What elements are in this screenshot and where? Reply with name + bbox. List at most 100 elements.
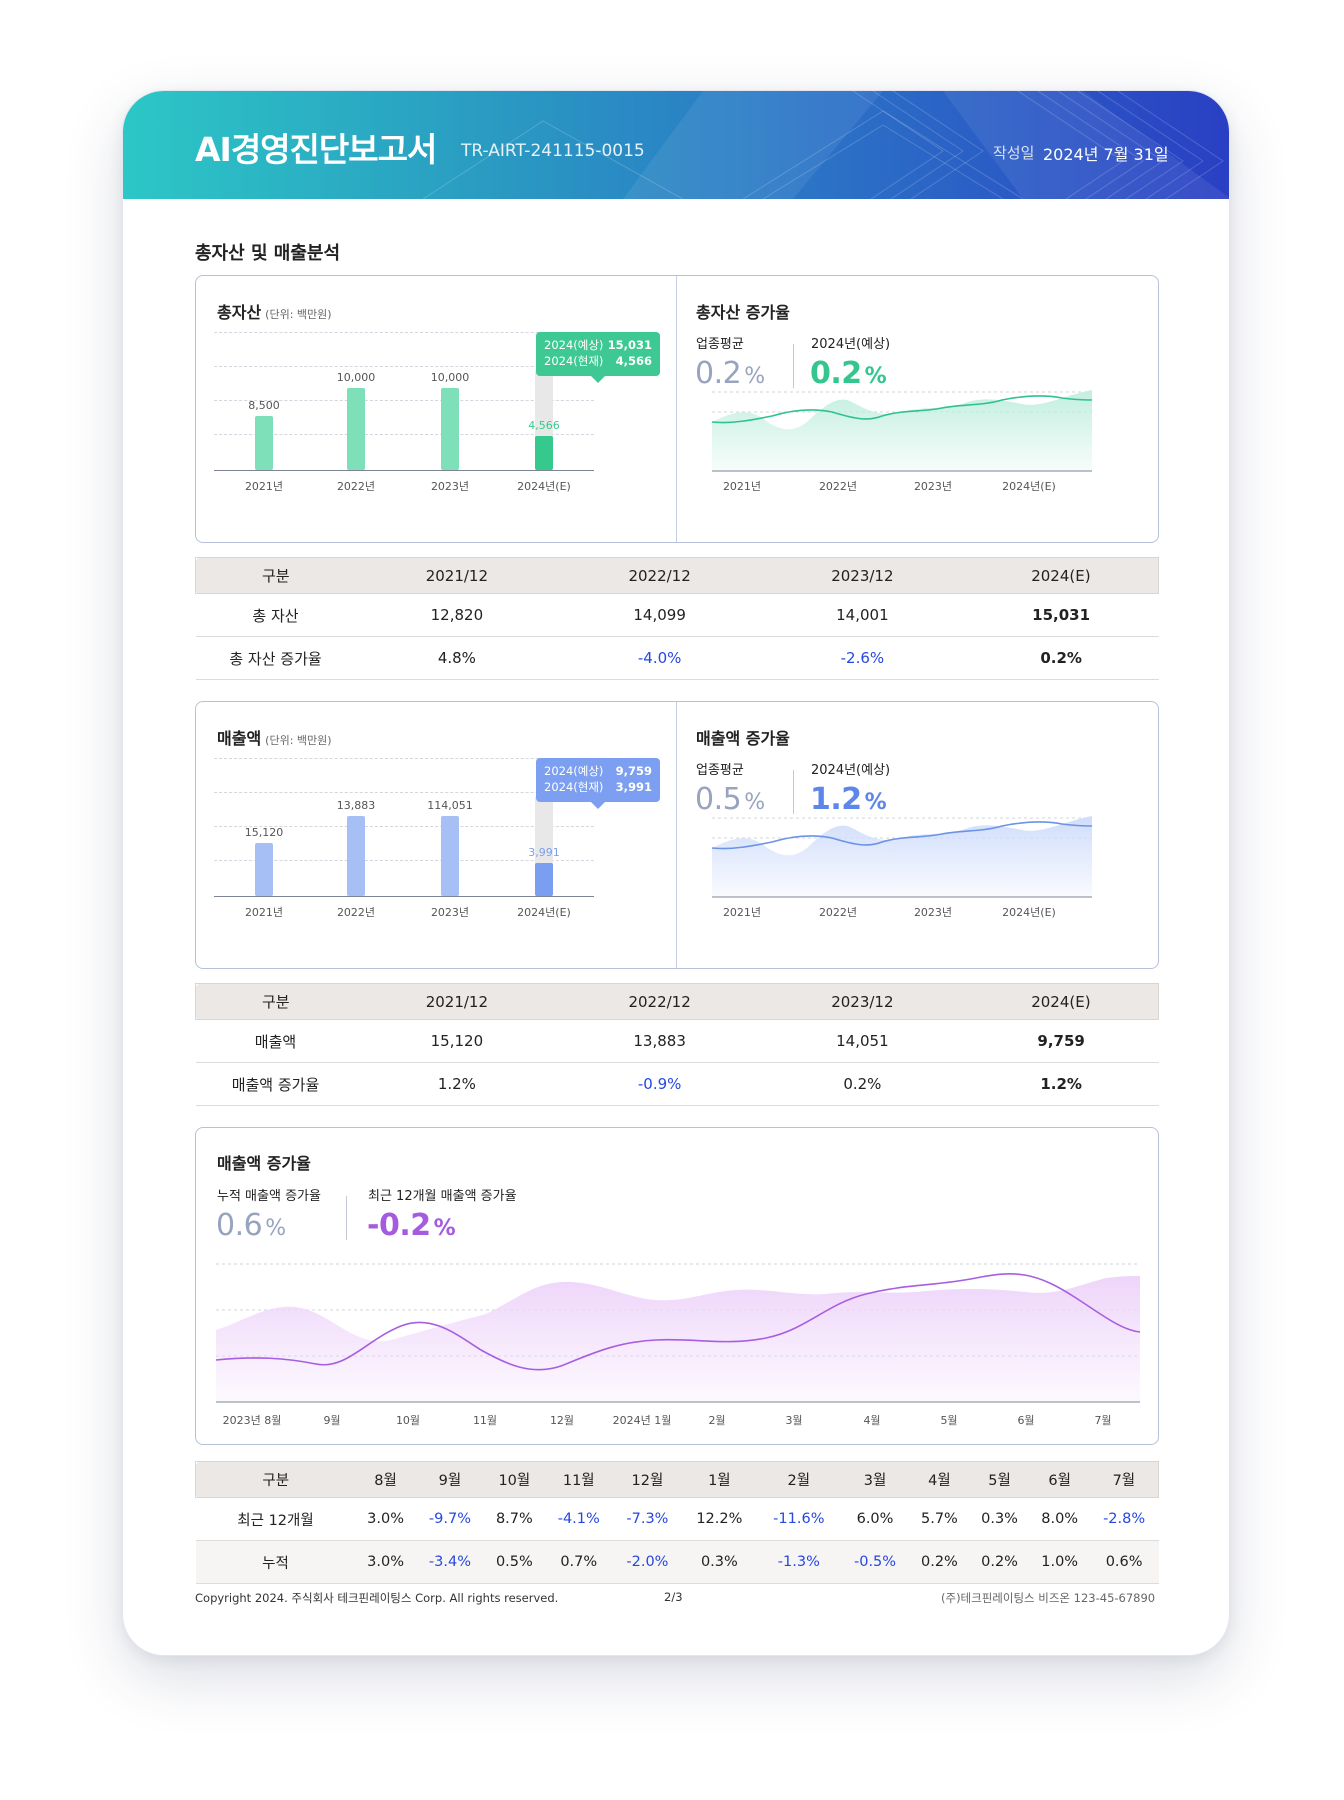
table-cell: 0.3% (681, 1540, 757, 1584)
cumulative-value: 0.6% (216, 1208, 286, 1243)
table-cell: 0.2% (909, 1540, 970, 1584)
table-row: 매출액 15,120 13,883 14,051 9,759 (195, 1019, 1159, 1063)
asset-tooltip: 2024(예상) 15,031 2024(현재) 4,566 (536, 332, 660, 383)
table-cell: -11.6% (756, 1497, 841, 1541)
x-tick-label: 2024년(E) (1002, 906, 1056, 919)
bar-value-label: 13,883 (336, 799, 376, 812)
report-card: AI경영진단보고서 TR-AIRT-241115-0015 작성일 2024년 … (122, 90, 1230, 1656)
page-number: 2/3 (664, 1590, 683, 1604)
recent-label: 최근 12개월 매출액 증가율 (368, 1189, 517, 1204)
sales-chart-title: 매출액 (단위: 백만원) (217, 725, 332, 749)
table-cell: 13,883 (558, 1019, 761, 1063)
table-cell: 누적 (195, 1540, 356, 1584)
table-cell: 12.2% (681, 1497, 757, 1541)
kpi-divider (346, 1196, 347, 1240)
table-cell: 15,031 (963, 593, 1159, 637)
tooltip-current-value: 3,991 (615, 780, 652, 794)
table-header: 2022/12 (558, 557, 761, 594)
table-header: 2023/12 (761, 983, 964, 1020)
bar-value-label: 15,120 (244, 826, 284, 839)
table-cell: 0.2% (761, 1062, 964, 1106)
table-cell: 5.7% (909, 1497, 970, 1541)
chart-bar (255, 843, 273, 896)
x-tick-label: 5월 (940, 1414, 958, 1427)
table-cell: 1.2% (355, 1062, 559, 1106)
x-tick-label: 2022년 (336, 480, 376, 493)
tooltip-current-label: 2024(현재) (544, 354, 604, 368)
table-cell: 0.6% (1089, 1540, 1159, 1584)
table-header: 12월 (613, 1461, 682, 1498)
table-cell: -4.1% (544, 1497, 614, 1541)
bar-value-label: 114,051 (427, 799, 473, 812)
table-header: 2022/12 (558, 983, 761, 1020)
table-cell: 8.0% (1029, 1497, 1090, 1541)
x-tick-label: 2023년 (913, 906, 953, 919)
table-header: 3월 (840, 1461, 910, 1498)
bar-value-label: 3,991 (528, 846, 560, 859)
tooltip-forecast-label: 2024(예상) (544, 338, 604, 352)
table-header: 8월 (355, 1461, 416, 1498)
monthly-table: 구분 8월 9월 10월 11월 12월 1월 2월 3월 4월 5월 6월 7월 최근 12개월 3.0… (195, 1461, 1159, 1584)
table-cell: 9,759 (963, 1019, 1159, 1063)
table-cell: 매출액 증가율 (195, 1062, 356, 1106)
table-header: 구분 (195, 557, 356, 594)
area-fill (216, 1276, 1140, 1402)
monthly-area-svg (215, 1263, 1141, 1403)
x-tick-label: 2021년 (722, 906, 762, 919)
monthly-title: 매출액 증가율 (217, 1154, 311, 1173)
table-cell: 0.3% (969, 1497, 1030, 1541)
table-cell: 14,051 (761, 1019, 964, 1063)
cumulative-label: 누적 매출액 증가율 (217, 1189, 321, 1204)
report-title: AI경영진단보고서 (195, 130, 437, 169)
sales-industry-label: 업종평균 (696, 763, 744, 778)
tooltip-arrow (591, 376, 605, 383)
table-header: 2024(E) (963, 557, 1159, 594)
report-code: TR-AIRT-241115-0015 (461, 141, 645, 161)
sales-growth-title: 매출액 증가율 (696, 729, 790, 748)
panel-divider (676, 276, 677, 542)
table-cell: 0.2% (969, 1540, 1030, 1584)
x-tick-label: 2023년 8월 (222, 1414, 282, 1427)
table-header: 2024(E) (963, 983, 1159, 1020)
table-header-row: 구분 8월 9월 10월 11월 12월 1월 2월 3월 4월 5월 6월 7월 (195, 1461, 1159, 1498)
x-tick-label: 10월 (395, 1414, 421, 1427)
asset-chart-title: 총자산 (단위: 백만원) (217, 299, 332, 323)
table-cell: -3.4% (415, 1540, 485, 1584)
tooltip-forecast-value: 9,759 (615, 764, 652, 778)
x-tick-label: 2024년(E) (517, 906, 571, 919)
asset-table: 구분 2021/12 2022/12 2023/12 2024(E) 총 자산 … (195, 557, 1159, 680)
table-row: 총 자산 12,820 14,099 14,001 15,031 (195, 593, 1159, 637)
sales-table: 구분 2021/12 2022/12 2023/12 2024(E) 매출액 1… (195, 983, 1159, 1106)
asset-forecast-label: 2024년(예상) (811, 337, 891, 352)
table-cell: 0.5% (484, 1540, 545, 1584)
monthly-panel: 매출액 증가율 누적 매출액 증가율 0.6% 최근 12개월 매출액 증가율 … (195, 1127, 1159, 1445)
table-cell: -2.6% (761, 636, 964, 680)
report-header: AI경영진단보고서 TR-AIRT-241115-0015 작성일 2024년 … (123, 91, 1229, 199)
table-row: 최근 12개월 3.0% -9.7% 8.7% -4.1% -7.3% 12.2% -11.6… (195, 1497, 1159, 1541)
tooltip-forecast-label: 2024(예상) (544, 764, 604, 778)
area-chart-svg (711, 816, 1093, 898)
asset-title-text: 총자산 (217, 303, 262, 322)
table-row: 매출액 증가율 1.2% -0.9% 0.2% 1.2% (195, 1062, 1159, 1106)
sales-tooltip: 2024(예상) 9,759 2024(현재) 3,991 (536, 758, 660, 809)
x-tick-label: 2월 (708, 1414, 726, 1427)
table-cell: 12,820 (355, 593, 559, 637)
table-header: 2023/12 (761, 557, 964, 594)
table-cell: 0.2% (963, 636, 1159, 680)
area-fill (712, 390, 1092, 471)
tooltip-forecast-value: 15,031 (607, 338, 652, 352)
copyright: Copyright 2024. 주식회사 테크핀레이팅스 Corp. All r… (195, 1591, 559, 1605)
asset-industry-label: 업종평균 (696, 337, 744, 352)
table-row: 누적 3.0% -3.4% 0.5% 0.7% -2.0% 0.3% -1.3% -0.5% 0.… (195, 1540, 1159, 1584)
table-cell: -2.0% (613, 1540, 682, 1584)
x-axis-line (214, 896, 594, 897)
table-cell: -1.3% (756, 1540, 841, 1584)
recent-value: -0.2% (367, 1208, 456, 1243)
table-cell: 3.0% (355, 1497, 416, 1541)
tooltip-arrow (591, 802, 605, 809)
table-header: 6월 (1029, 1461, 1090, 1498)
x-tick-label: 9월 (323, 1414, 341, 1427)
table-cell: 6.0% (840, 1497, 910, 1541)
chart-bar (441, 816, 459, 896)
table-cell: 1.0% (1029, 1540, 1090, 1584)
